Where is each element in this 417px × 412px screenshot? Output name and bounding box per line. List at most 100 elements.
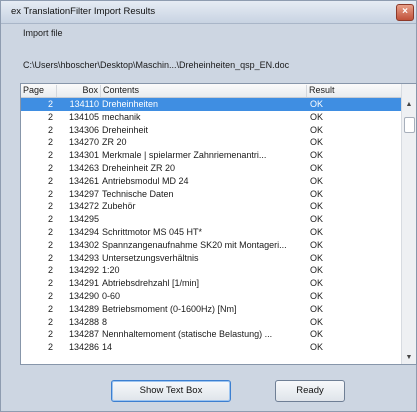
- column-header-result[interactable]: Result: [307, 85, 403, 97]
- table-row[interactable]: 2 134272 Zubehör OK: [21, 200, 403, 213]
- column-header-box[interactable]: Box: [57, 85, 101, 97]
- table-row[interactable]: 2 134289 Betriebsmoment (0-1600Hz) [Nm] OK: [21, 303, 403, 316]
- table-row[interactable]: 2 134110 Dreheinheiten OK: [21, 98, 403, 111]
- cell-box: 134293: [68, 252, 99, 263]
- cell-page: 2: [47, 137, 53, 148]
- cell-page: 2: [47, 239, 53, 250]
- cell-contents: Dreheinheit ZR 20: [102, 162, 176, 173]
- table-row[interactable]: 2 134302 Spannzangenaufnahme SK20 mit Mont…: [21, 239, 403, 252]
- import-file-path: C:\Users\hboscher\Desktop\Maschin...\Dre…: [23, 60, 290, 70]
- cell-box: 134306: [68, 124, 99, 135]
- cell-result: OK: [310, 201, 324, 212]
- cell-box: 134301: [68, 150, 99, 161]
- column-header-page[interactable]: Page: [21, 85, 57, 97]
- cell-page: 2: [47, 188, 53, 199]
- ready-button[interactable]: Ready: [275, 380, 345, 402]
- cell-page: 2: [47, 214, 53, 225]
- close-icon[interactable]: ×: [396, 4, 414, 21]
- cell-contents: Schrittmotor MS 045 HT*: [102, 226, 203, 237]
- show-text-box-button[interactable]: Show Text Box: [111, 380, 231, 402]
- table-row[interactable]: 2 134293 Untersetzungsverhältnis OK: [21, 252, 403, 265]
- cell-contents: Nennhaltemoment (statische Belastung) ..…: [102, 329, 273, 340]
- cell-contents: Zubehör: [102, 201, 136, 212]
- table-row[interactable]: 2 134286 14 OK: [21, 341, 403, 354]
- cell-page: 2: [47, 278, 53, 289]
- list-header: Page Box Contents Result: [21, 84, 403, 98]
- cell-page: 2: [47, 150, 53, 161]
- cell-box: 134272: [68, 201, 99, 212]
- table-row[interactable]: 2 134270 ZR 20 OK: [21, 136, 403, 149]
- cell-box: 134288: [68, 316, 99, 327]
- cell-contents: Technische Daten: [102, 188, 174, 199]
- cell-box: 134261: [68, 175, 99, 186]
- cell-box: 134295: [68, 214, 99, 225]
- cell-page: 2: [47, 265, 53, 276]
- scroll-up-icon[interactable]: ▲: [402, 98, 416, 111]
- table-row[interactable]: 2 134291 Abtriebsdrehzahl [1/min] OK: [21, 277, 403, 290]
- cell-box: 134302: [68, 239, 99, 250]
- cell-page: 2: [47, 124, 53, 135]
- list-rows: 2 134110 Dreheinheiten OK 2 134105 mechanik OK 2…: [21, 98, 403, 354]
- table-row[interactable]: 2 134292 1:20 OK: [21, 264, 403, 277]
- cell-result: OK: [310, 99, 324, 109]
- cell-box: 134294: [68, 226, 99, 237]
- cell-box: 134270: [68, 137, 99, 148]
- cell-page: 2: [47, 252, 53, 263]
- cell-contents: Spannzangenaufnahme SK20 mit Montageri..…: [102, 239, 287, 250]
- table-row[interactable]: 2 134290 0-60 OK: [21, 290, 403, 303]
- cell-contents: Merkmale | spielarmer Zahnriemenantri...: [102, 150, 267, 161]
- cell-result: OK: [310, 137, 324, 148]
- table-row[interactable]: 2 134295 OK: [21, 213, 403, 226]
- cell-box: 134290: [68, 290, 99, 301]
- cell-result: OK: [310, 252, 324, 263]
- cell-page: 2: [47, 342, 53, 353]
- table-row[interactable]: 2 134301 Merkmale | spielarmer Zahnriemena…: [21, 149, 403, 162]
- cell-page: 2: [47, 175, 53, 186]
- import-file-label: Import file: [23, 28, 63, 38]
- table-row[interactable]: 2 134297 Technische Daten OK: [21, 188, 403, 201]
- cell-box: 134105: [68, 111, 99, 122]
- import-results-window: ex TranslationFilter Import Results × Im…: [0, 0, 417, 412]
- cell-result: OK: [310, 111, 324, 122]
- results-list[interactable]: Page Box Contents Result 2 134110 Dreheinh…: [20, 83, 417, 365]
- cell-page: 2: [47, 111, 53, 122]
- table-row[interactable]: 2 134306 Dreheinheit OK: [21, 124, 403, 137]
- cell-contents: 14: [102, 342, 113, 353]
- cell-contents: 1:20: [102, 265, 120, 276]
- cell-box: 134292: [68, 265, 99, 276]
- cell-result: OK: [310, 303, 324, 314]
- cell-page: 2: [47, 290, 53, 301]
- window-title: ex TranslationFilter Import Results: [11, 6, 156, 17]
- cell-result: OK: [310, 329, 324, 340]
- cell-contents: Dreheinheit: [102, 124, 149, 135]
- scrollbar-thumb[interactable]: [404, 117, 415, 133]
- table-row[interactable]: 2 134105 mechanik OK: [21, 111, 403, 124]
- cell-box: 134263: [68, 162, 99, 173]
- cell-result: OK: [310, 316, 324, 327]
- cell-page: 2: [47, 162, 53, 173]
- table-row[interactable]: 2 134287 Nennhaltemoment (statische Belast…: [21, 328, 403, 341]
- cell-contents: Antriebsmodul MD 24: [102, 175, 189, 186]
- cell-contents: Abtriebsdrehzahl [1/min]: [102, 278, 200, 289]
- cell-box: 134297: [68, 188, 99, 199]
- cell-result: OK: [310, 150, 324, 161]
- cell-result: OK: [310, 124, 324, 135]
- cell-result: OK: [310, 290, 324, 301]
- table-row[interactable]: 2 134263 Dreheinheit ZR 20 OK: [21, 162, 403, 175]
- vertical-scrollbar[interactable]: ▲ ▼: [401, 84, 416, 364]
- title-bar[interactable]: ex TranslationFilter Import Results ×: [1, 1, 416, 24]
- cell-contents: 0-60: [102, 290, 121, 301]
- cell-contents: 8: [102, 316, 108, 327]
- cell-page: 2: [47, 329, 53, 340]
- cell-contents: Dreheinheiten: [102, 99, 159, 109]
- cell-page: 2: [47, 99, 53, 109]
- cell-result: OK: [310, 239, 324, 250]
- cell-result: OK: [310, 175, 324, 186]
- column-header-contents[interactable]: Contents: [101, 85, 307, 97]
- table-row[interactable]: 2 134294 Schrittmotor MS 045 HT* OK: [21, 226, 403, 239]
- scroll-down-icon[interactable]: ▼: [402, 351, 416, 364]
- table-row[interactable]: 2 134288 8 OK: [21, 316, 403, 329]
- cell-page: 2: [47, 226, 53, 237]
- table-row[interactable]: 2 134261 Antriebsmodul MD 24 OK: [21, 175, 403, 188]
- cell-result: OK: [310, 188, 324, 199]
